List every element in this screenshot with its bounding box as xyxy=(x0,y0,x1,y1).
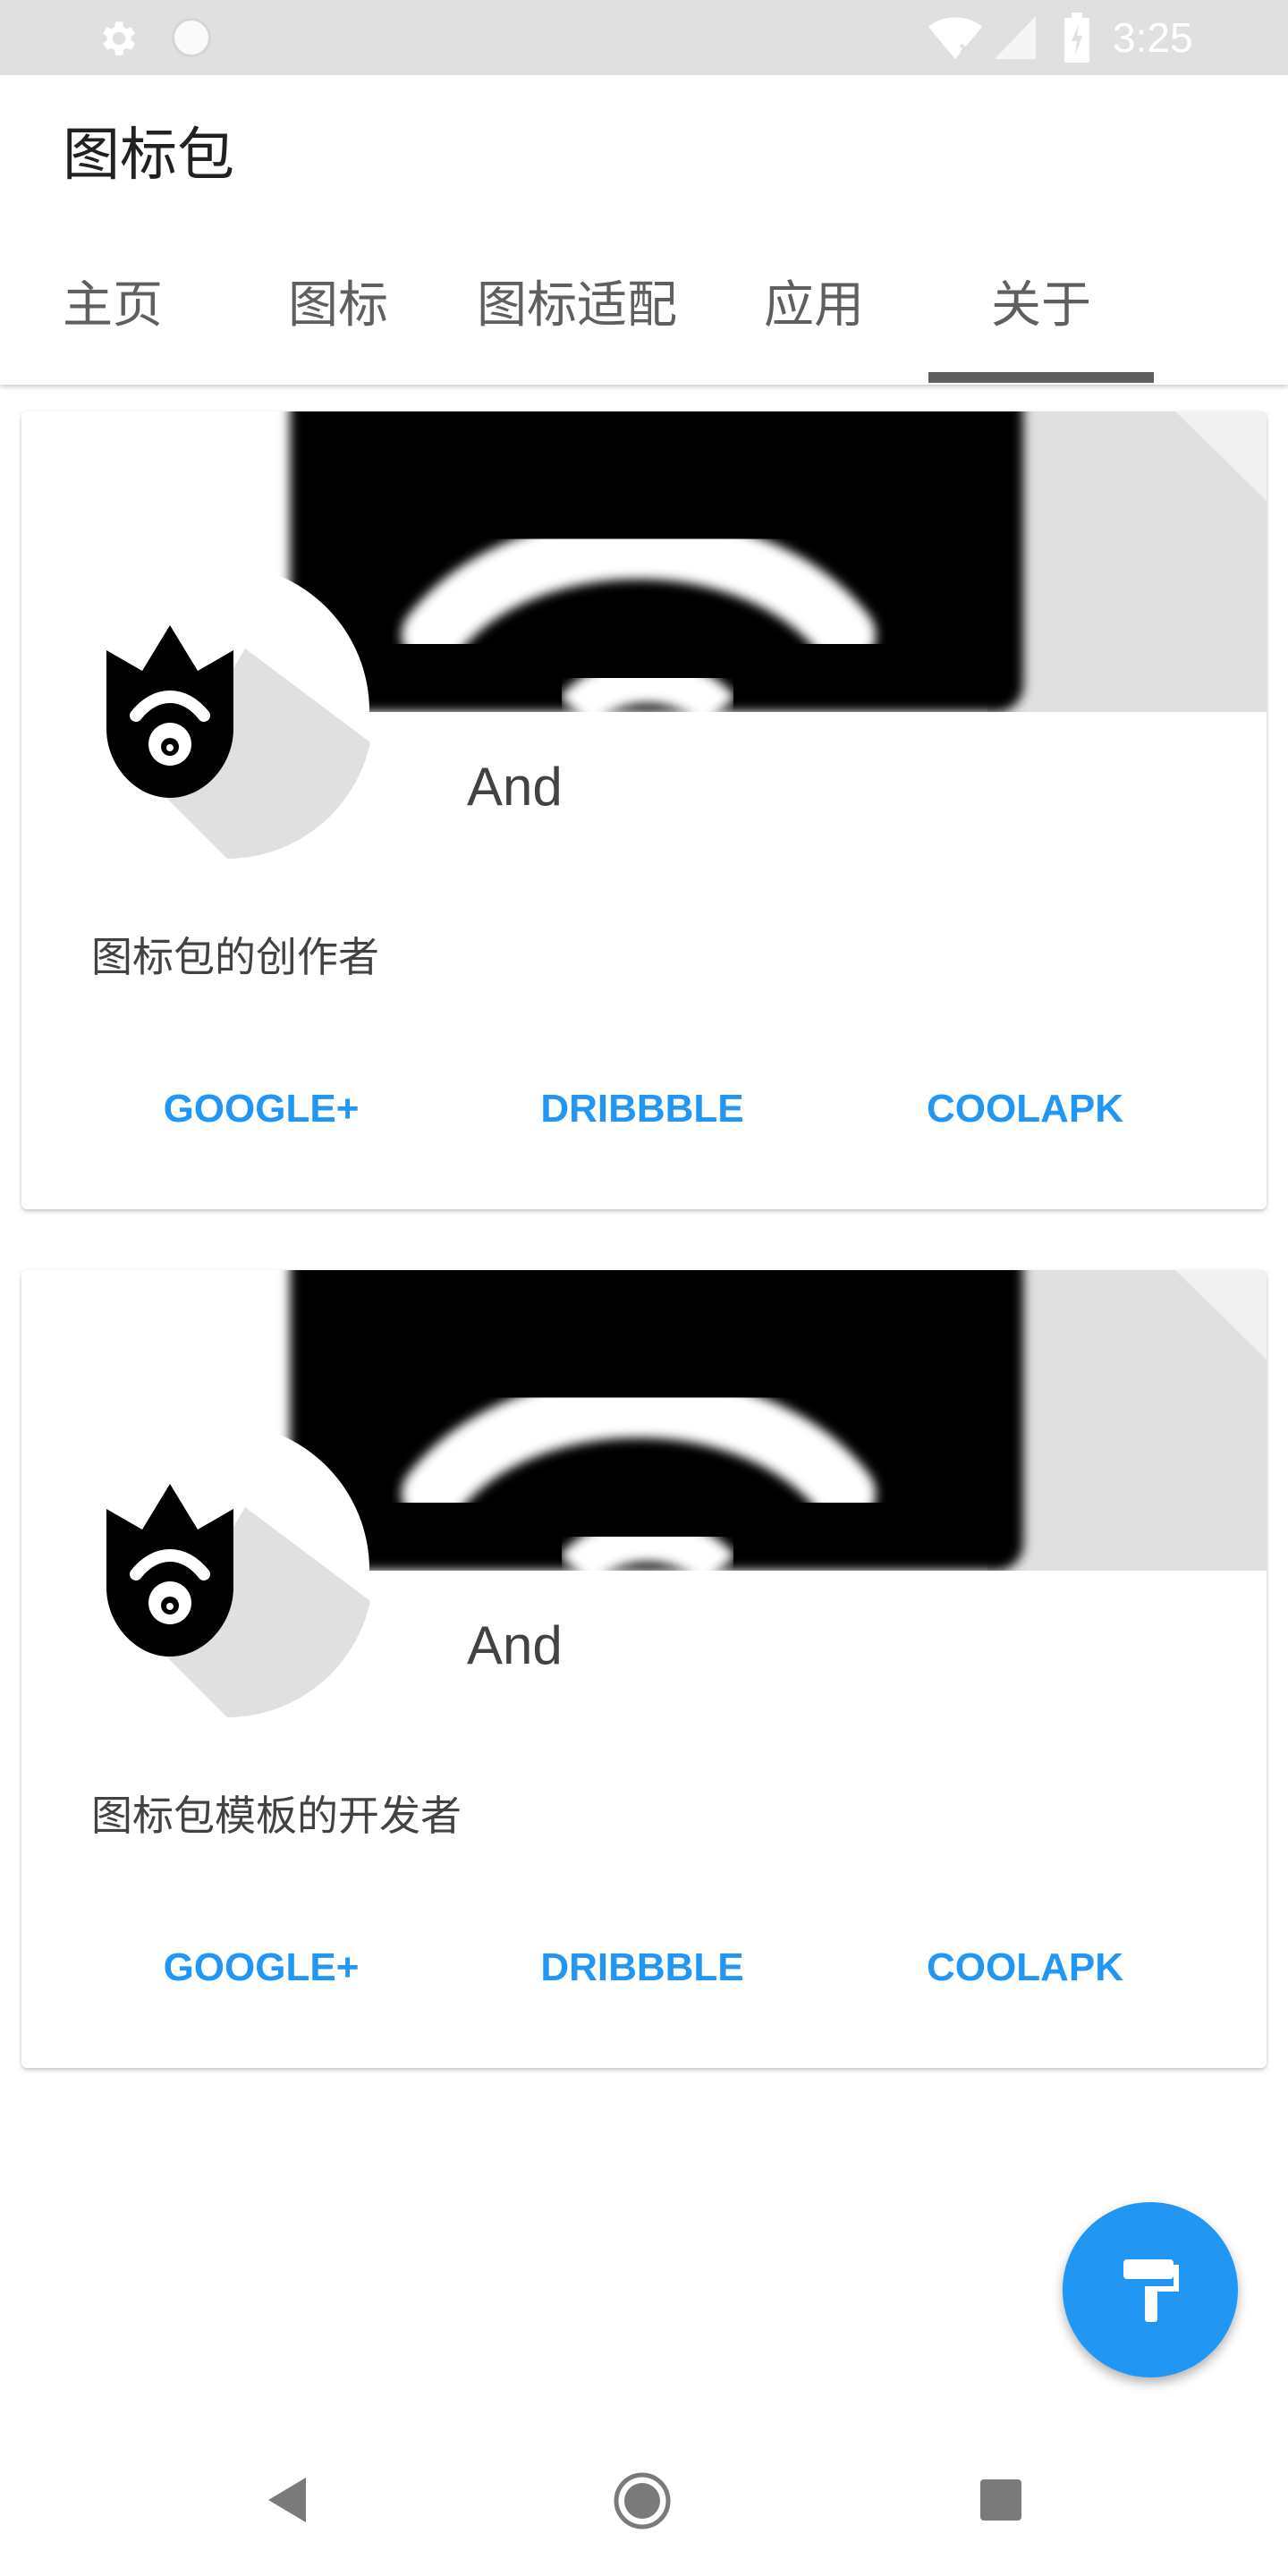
signal-icon xyxy=(995,16,1036,59)
paint-roller-icon xyxy=(1123,2259,1179,2322)
tab-icon-requests[interactable]: 图标适配 xyxy=(456,227,698,385)
author-name: And xyxy=(467,757,563,817)
status-time: 3:25 xyxy=(1113,14,1193,61)
page-title: 图标包 xyxy=(63,123,234,189)
home-icon[interactable] xyxy=(614,2472,671,2529)
settings-icon xyxy=(103,21,135,55)
avatar xyxy=(75,1422,370,1717)
dribbble-button[interactable]: DRIBBBLE xyxy=(508,1932,776,2004)
sync-icon xyxy=(172,18,211,57)
avatar xyxy=(75,564,370,859)
dribbble-button[interactable]: DRIBBBLE xyxy=(508,1073,776,1145)
googleplus-button[interactable]: GOOGLE+ xyxy=(127,1932,395,2004)
googleplus-button[interactable]: GOOGLE+ xyxy=(127,1073,395,1145)
coolapk-button[interactable]: COOLAPK xyxy=(891,1073,1159,1145)
wifi-icon xyxy=(928,17,982,59)
recents-icon[interactable] xyxy=(980,2479,1021,2521)
tab-indicator xyxy=(928,372,1154,383)
back-icon[interactable] xyxy=(265,2474,309,2526)
battery-icon xyxy=(1064,13,1089,63)
tab-about[interactable]: 关于 xyxy=(943,227,1140,385)
system-nav-bar xyxy=(0,2433,1288,2576)
status-bar: 3:25 xyxy=(0,0,1288,75)
app-bar: 图标包 主页 图标 图标适配 应用 关于 xyxy=(0,75,1288,385)
tab-home[interactable]: 主页 xyxy=(18,227,208,385)
tab-icons[interactable]: 图标 xyxy=(240,227,436,385)
coolapk-button[interactable]: COOLAPK xyxy=(891,1932,1159,2004)
developer-name: And xyxy=(467,1615,563,1675)
developer-card: And 图标包模板的开发者 GOOGLE+ DRIBBBLE COOLAPK xyxy=(21,1270,1267,2068)
author-card: And 图标包的创作者 GOOGLE+ DRIBBBLE COOLAPK xyxy=(21,411,1267,1209)
tab-bar: 主页 图标 图标适配 应用 关于 xyxy=(0,227,1288,385)
author-description: 图标包的创作者 xyxy=(91,933,379,981)
developer-description: 图标包模板的开发者 xyxy=(91,1792,462,1840)
tab-apps[interactable]: 应用 xyxy=(716,227,912,385)
theme-fab-button[interactable] xyxy=(1063,2202,1238,2377)
